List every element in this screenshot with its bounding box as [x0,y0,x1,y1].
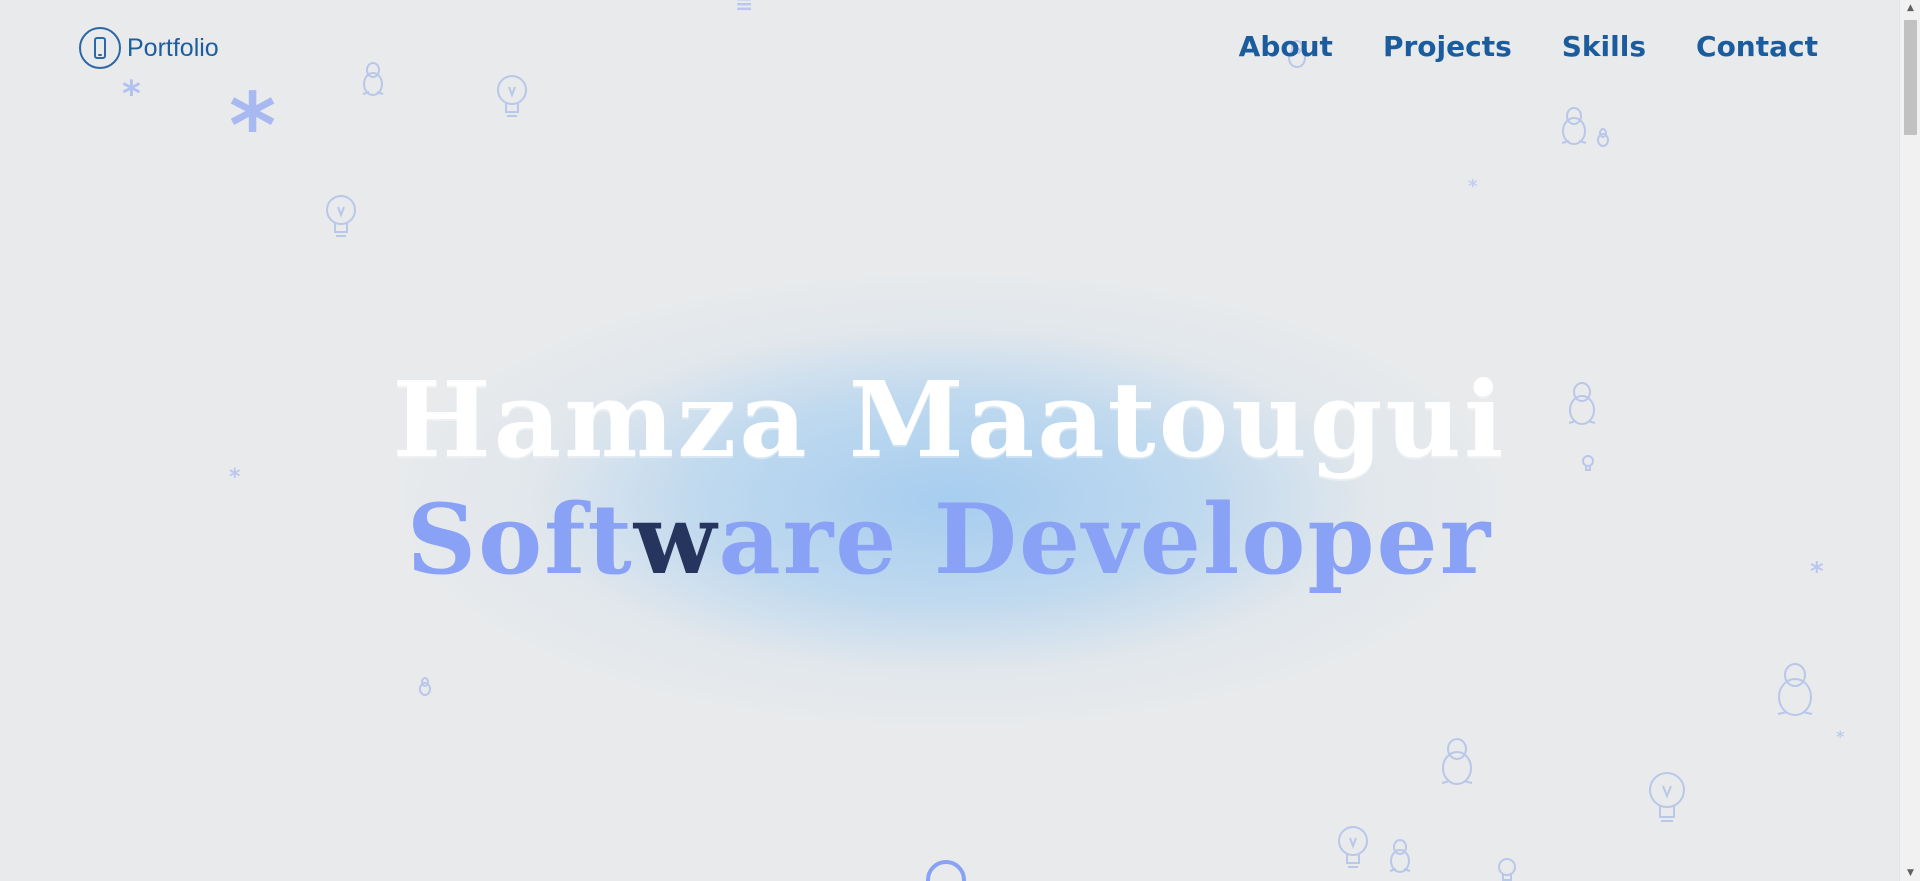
hero-role-end: are Developer [718,483,1493,596]
lightbulb-icon [326,195,356,237]
hero-role-start: Soft [406,483,634,596]
nav-contact[interactable]: Contact [1696,30,1818,63]
scroll-up-arrow-icon[interactable]: ▲ [1900,0,1920,16]
nav-skills[interactable]: Skills [1562,30,1646,63]
logo-text: Portfolio [127,33,219,62]
asterisk-icon: * [229,74,277,179]
hero-role-highlight: w [633,483,719,596]
page-scrollbar[interactable]: ▲ ▼ [1899,0,1920,881]
hero-name: Hamza Maatougui [392,358,1507,481]
nav-about[interactable]: About [1239,30,1333,63]
penguin-icon [1597,128,1609,147]
hero-role: Software Developer [0,492,1899,588]
lightbulb-icon [1338,826,1368,868]
scroll-down-indicator[interactable] [926,860,966,881]
penguin-icon [419,677,431,696]
menu-lines-icon: ≡ [735,0,754,17]
asterisk-icon: * [1468,176,1478,197]
lightbulb-icon [497,75,527,117]
scrollbar-thumb[interactable] [1904,20,1917,135]
hero: Hamza Maatougui Software Developer [0,368,1899,588]
page: * * * * * * ≡ Portfolio About Projects S… [0,0,1899,881]
penguin-icon [362,62,384,96]
asterisk-icon: * [122,74,141,115]
scroll-down-arrow-icon[interactable]: ▼ [1900,865,1920,881]
asterisk-icon: * [1836,727,1845,746]
nav-projects[interactable]: Projects [1383,30,1512,63]
penguin-icon [1777,663,1813,716]
lightbulb-icon [1498,858,1516,881]
smartphone-icon [79,27,121,69]
penguin-icon [1441,738,1473,785]
lightbulb-icon [1649,772,1685,822]
penguin-icon [1561,107,1587,145]
portfolio-logo[interactable]: Portfolio [79,27,219,69]
main-nav: About Projects Skills Contact [1239,30,1818,63]
penguin-icon [1389,839,1411,873]
